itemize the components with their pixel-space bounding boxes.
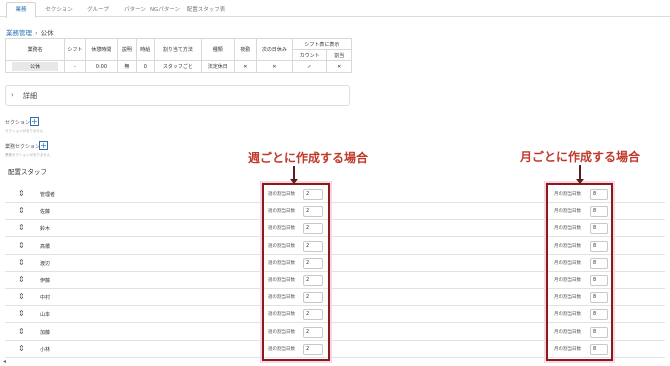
table-row[interactable]: 公休 - 0:00 無 0 スタッフごと 法定休日 ✕ ✕ ✓ ✕ xyxy=(4,60,352,73)
scroll-left-icon[interactable]: ◂ xyxy=(3,358,6,365)
cell-description: 無 xyxy=(117,60,137,73)
cell-shift: - xyxy=(64,60,86,73)
staff-name: 管理者 xyxy=(40,192,56,198)
col-type: 種類 xyxy=(200,38,235,61)
cell-hourly-wage: 0 xyxy=(135,60,155,73)
task-section-empty-text: 業務セクションがありません xyxy=(5,153,51,157)
cell-night-shift: ✕ xyxy=(233,60,258,73)
cell-assign: ✕ xyxy=(326,60,352,73)
staff-name: 小林 xyxy=(40,346,51,353)
cell-type: 法定休日 xyxy=(200,60,235,73)
col-count: カウント xyxy=(291,49,328,61)
staff-name: 加藤 xyxy=(40,329,51,336)
tab-groups[interactable]: グループ xyxy=(80,2,116,17)
breadcrumb-current: 公休 xyxy=(40,29,54,37)
staff-name: 渡辺 xyxy=(40,260,51,267)
col-break-time: 休憩時間 xyxy=(84,38,119,61)
col-task-name: 業務名 xyxy=(4,38,66,61)
tab-sections[interactable]: セクション xyxy=(40,2,78,17)
breadcrumb-parent[interactable]: 業務管理 xyxy=(6,29,32,37)
details-panel[interactable]: › 詳細 xyxy=(5,85,350,106)
drag-handle-icon[interactable]: ⇕ xyxy=(18,276,25,284)
cell-break-time: 0:00 xyxy=(84,60,119,73)
drag-handle-icon[interactable]: ⇕ xyxy=(18,190,25,198)
tab-bar: 業務 セクション グループ パターン NGパターン 配置スタッフ表 xyxy=(0,0,670,18)
monthly-arrow xyxy=(576,165,584,184)
col-assign: 割当 xyxy=(326,49,352,61)
col-shift: シフト xyxy=(64,38,86,61)
weekly-highlight-box xyxy=(262,183,330,361)
drag-handle-icon[interactable]: ⇕ xyxy=(18,310,25,318)
tab-tasks[interactable]: 業務 xyxy=(6,2,36,18)
staff-section-title: 配置スタッフ xyxy=(8,168,47,176)
monthly-highlight-box xyxy=(546,183,613,361)
cell-count: ✓ xyxy=(291,60,328,73)
cell-next-day-off: ✕ xyxy=(256,60,293,73)
col-assign-method: 割り当て方法 xyxy=(153,38,202,61)
add-section-button[interactable]: + xyxy=(30,117,39,126)
weekly-arrow xyxy=(290,166,298,184)
col-show-on-shift-table: シフト表に表示 xyxy=(291,38,353,50)
tab-ng-patterns[interactable]: NGパターン xyxy=(145,2,185,17)
col-next-day-off: 次の日休み xyxy=(256,38,293,61)
cell-task-name: 公休 xyxy=(4,60,66,73)
breadcrumb-separator: › xyxy=(35,29,38,37)
staff-name: 中村 xyxy=(40,295,51,302)
drag-handle-icon[interactable]: ⇕ xyxy=(18,327,25,336)
add-task-section-button[interactable]: + xyxy=(39,141,48,150)
section-label: セクション xyxy=(5,120,31,126)
section-empty-text: セクションがありません xyxy=(5,129,44,133)
col-hourly-wage: 時給 xyxy=(135,38,155,61)
weekly-callout: 週ごとに作成する場合 xyxy=(248,151,369,165)
staff-name: 伊藤 xyxy=(40,278,51,284)
drag-handle-icon[interactable]: ⇕ xyxy=(18,258,25,267)
col-description: 説明 xyxy=(117,38,137,61)
breadcrumb: 業務管理 › 公休 xyxy=(6,27,54,37)
task-summary-table: 業務名 シフト 休憩時間 説明 時給 割り当て方法 種類 夜勤 次の日休み シフ… xyxy=(4,38,353,73)
staff-name: 鈴木 xyxy=(40,226,51,233)
task-section-label: 業務セクション xyxy=(5,144,41,150)
cell-assign-method: スタッフごと xyxy=(153,60,202,73)
tab-staff-placement[interactable]: 配置スタッフ表 xyxy=(182,2,230,17)
task-name-badge: 公休 xyxy=(12,62,59,71)
drag-handle-icon[interactable]: ⇕ xyxy=(18,207,25,215)
monthly-callout: 月ごとに作成する場合 xyxy=(520,150,641,164)
drag-handle-icon[interactable]: ⇕ xyxy=(18,293,25,301)
col-night-shift: 夜勤 xyxy=(233,38,258,61)
staff-name: 山本 xyxy=(40,312,51,319)
details-label: 詳細 xyxy=(23,92,37,100)
chevron-right-icon: › xyxy=(11,91,14,99)
drag-handle-icon[interactable]: ⇕ xyxy=(18,241,25,250)
staff-name: 佐藤 xyxy=(40,209,51,216)
drag-handle-icon[interactable]: ⇕ xyxy=(18,344,25,353)
drag-handle-icon[interactable]: ⇕ xyxy=(18,224,25,232)
staff-name: 高橋 xyxy=(40,243,51,250)
